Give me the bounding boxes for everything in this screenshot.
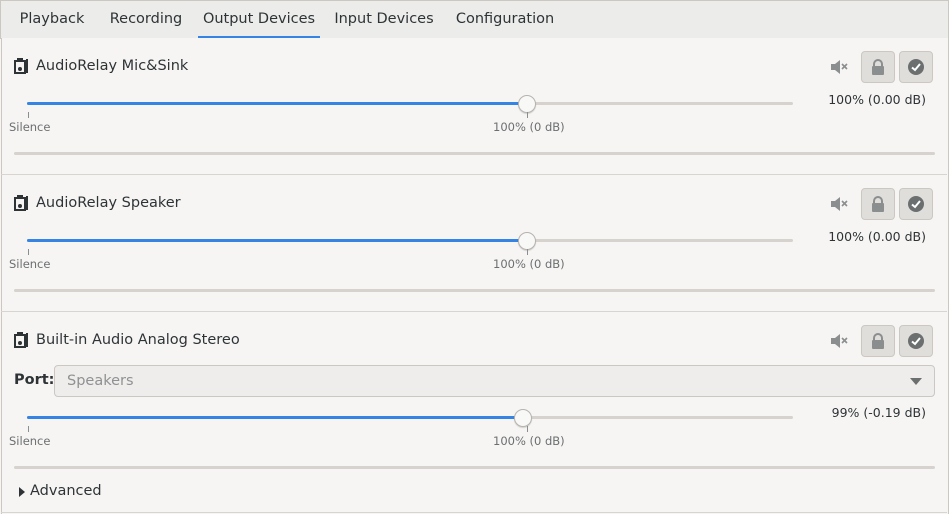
port-select[interactable]: Speakers	[54, 365, 935, 397]
tab-output-devices[interactable]: Output Devices	[198, 1, 320, 39]
reference-label: 100% (0 dB)	[493, 434, 565, 448]
set-default-button[interactable]	[899, 51, 933, 83]
volume-readout: 100% (0.00 dB)	[828, 229, 926, 244]
reference-tick	[527, 426, 528, 432]
separator	[1, 512, 947, 513]
lock-icon	[872, 59, 884, 75]
checkmark-icon	[908, 59, 924, 75]
port-label: Port:	[14, 372, 55, 388]
audio-card-icon	[14, 332, 28, 348]
separator	[1, 174, 947, 175]
device-name: Built-in Audio Analog Stereo	[36, 332, 240, 348]
lock-channels-button[interactable]	[861, 51, 895, 83]
silence-label: Silence	[9, 257, 51, 271]
reference-tick	[527, 112, 528, 118]
peak-meter	[14, 152, 935, 155]
output-devices-panel	[1, 38, 949, 514]
tab-configuration[interactable]: Configuration	[449, 1, 561, 38]
tab-recording[interactable]: Recording	[101, 1, 191, 38]
volume-readout: 100% (0.00 dB)	[828, 92, 926, 107]
silence-tick	[28, 112, 29, 118]
tab-input-devices[interactable]: Input Devices	[329, 1, 439, 38]
triangle-right-icon	[19, 487, 25, 497]
checkmark-icon	[908, 196, 924, 212]
peak-meter	[14, 466, 935, 469]
lock-channels-button[interactable]	[861, 325, 895, 357]
reference-tick	[527, 249, 528, 255]
tab-playback[interactable]: Playback	[10, 1, 94, 38]
speaker-muted-icon[interactable]	[829, 194, 849, 214]
set-default-button[interactable]	[899, 188, 933, 220]
silence-tick	[28, 426, 29, 432]
separator	[1, 311, 947, 312]
advanced-label: Advanced	[30, 483, 102, 499]
volume-slider-fill	[27, 239, 528, 242]
audio-card-icon	[14, 58, 28, 74]
tab-bar: Playback Recording Output Devices Input …	[0, 0, 949, 39]
device-name: AudioRelay Mic&Sink	[36, 58, 189, 74]
lock-icon	[872, 196, 884, 212]
lock-icon	[872, 333, 884, 349]
volume-slider-fill	[27, 102, 528, 105]
silence-label: Silence	[9, 434, 51, 448]
volume-slider-fill	[27, 416, 524, 419]
lock-channels-button[interactable]	[861, 188, 895, 220]
speaker-muted-icon[interactable]	[829, 331, 849, 351]
reference-label: 100% (0 dB)	[493, 257, 565, 271]
device-name: AudioRelay Speaker	[36, 195, 181, 211]
checkmark-icon	[908, 333, 924, 349]
speaker-muted-icon[interactable]	[829, 57, 849, 77]
port-select-value: Speakers	[67, 373, 134, 389]
silence-tick	[28, 249, 29, 255]
audio-card-icon	[14, 195, 28, 211]
reference-label: 100% (0 dB)	[493, 120, 565, 134]
peak-meter	[14, 289, 935, 292]
chevron-down-icon	[910, 378, 922, 385]
set-default-button[interactable]	[899, 325, 933, 357]
volume-readout: 99% (-0.19 dB)	[831, 405, 926, 420]
silence-label: Silence	[9, 120, 51, 134]
